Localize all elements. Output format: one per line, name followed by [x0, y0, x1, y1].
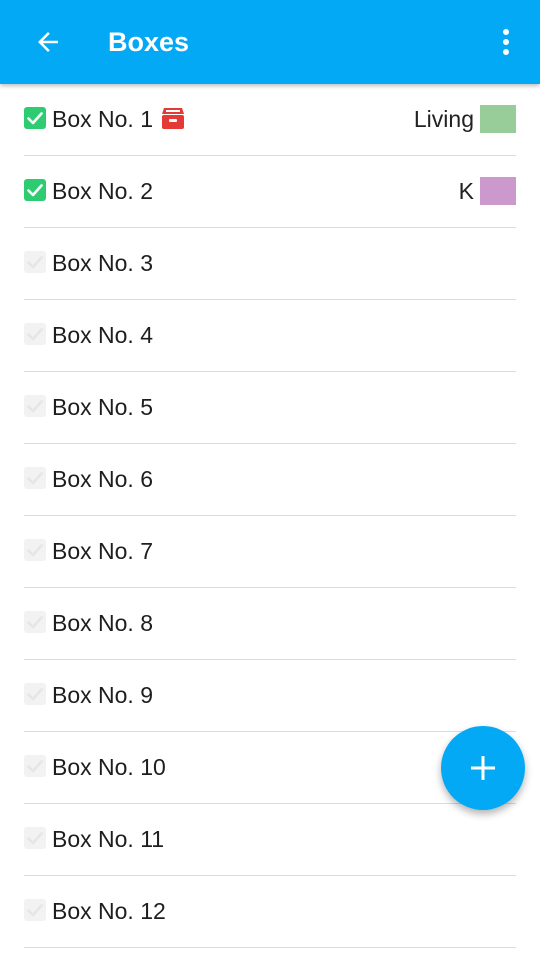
app-bar: Boxes — [0, 0, 540, 84]
add-box-button[interactable] — [441, 726, 525, 810]
check-icon — [27, 472, 43, 485]
check-icon — [27, 112, 43, 125]
check-icon — [27, 904, 43, 917]
check-icon — [27, 400, 43, 413]
check-icon — [27, 544, 43, 557]
box-row[interactable]: Box No. 5 — [24, 372, 516, 444]
box-label: Box No. 8 — [52, 610, 153, 636]
box-row[interactable]: Box No. 7 — [24, 516, 516, 588]
box-checkbox[interactable] — [24, 467, 46, 489]
plus-icon — [471, 756, 495, 780]
box-label: Box No. 4 — [52, 322, 153, 348]
box-label: Box No. 6 — [52, 466, 153, 492]
box-checkbox[interactable] — [24, 179, 46, 201]
check-icon — [27, 688, 43, 701]
box-row[interactable]: Box No. 1 Living — [24, 84, 516, 156]
box-list: Box No. 1 Living Box No. 2 K Box No. 3 Box No… — [0, 84, 540, 948]
box-label: Box No. 1 — [52, 106, 153, 132]
box-label: Box No. 12 — [52, 898, 166, 924]
box-row[interactable]: Box No. 11 — [24, 804, 516, 876]
archive-box-icon — [160, 105, 186, 131]
room-color-swatch — [480, 105, 516, 133]
box-row[interactable]: Box No. 8 — [24, 588, 516, 660]
room-tag: K — [459, 176, 516, 206]
box-label: Box No. 11 — [52, 826, 165, 852]
box-checkbox[interactable] — [24, 755, 46, 777]
box-row[interactable]: Box No. 9 — [24, 660, 516, 732]
check-icon — [27, 328, 43, 341]
back-button[interactable] — [18, 18, 78, 66]
box-label: Box No. 9 — [52, 682, 153, 708]
box-checkbox[interactable] — [24, 251, 46, 273]
room-color-swatch — [480, 177, 516, 205]
box-checkbox[interactable] — [24, 539, 46, 561]
arrow-left-icon — [38, 32, 58, 52]
check-icon — [27, 832, 43, 845]
box-label: Box No. 2 — [52, 178, 153, 204]
room-tag: Living — [414, 104, 516, 134]
box-checkbox[interactable] — [24, 395, 46, 417]
box-row[interactable]: Box No. 4 — [24, 300, 516, 372]
room-name: Living — [413, 106, 474, 132]
check-icon — [27, 760, 43, 773]
box-checkbox[interactable] — [24, 827, 46, 849]
box-row[interactable]: Box No. 2 K — [24, 156, 516, 228]
box-label: Box No. 5 — [52, 394, 153, 420]
box-checkbox[interactable] — [24, 899, 46, 921]
box-label: Box No. 3 — [52, 250, 153, 276]
box-checkbox[interactable] — [24, 683, 46, 705]
check-icon — [27, 184, 43, 197]
check-icon — [27, 256, 43, 269]
overflow-menu-button[interactable] — [488, 20, 524, 64]
room-name: K — [458, 178, 474, 204]
box-checkbox[interactable] — [24, 611, 46, 633]
box-row[interactable]: Box No. 12 — [24, 876, 516, 948]
page-title: Boxes — [108, 27, 190, 57]
box-label: Box No. 10 — [52, 754, 166, 780]
more-vert-icon — [503, 29, 509, 55]
box-label: Box No. 7 — [52, 538, 153, 564]
box-row[interactable]: Box No. 6 — [24, 444, 516, 516]
box-checkbox[interactable] — [24, 323, 46, 345]
check-icon — [27, 616, 43, 629]
box-row[interactable]: Box No. 3 — [24, 228, 516, 300]
box-checkbox[interactable] — [24, 107, 46, 129]
